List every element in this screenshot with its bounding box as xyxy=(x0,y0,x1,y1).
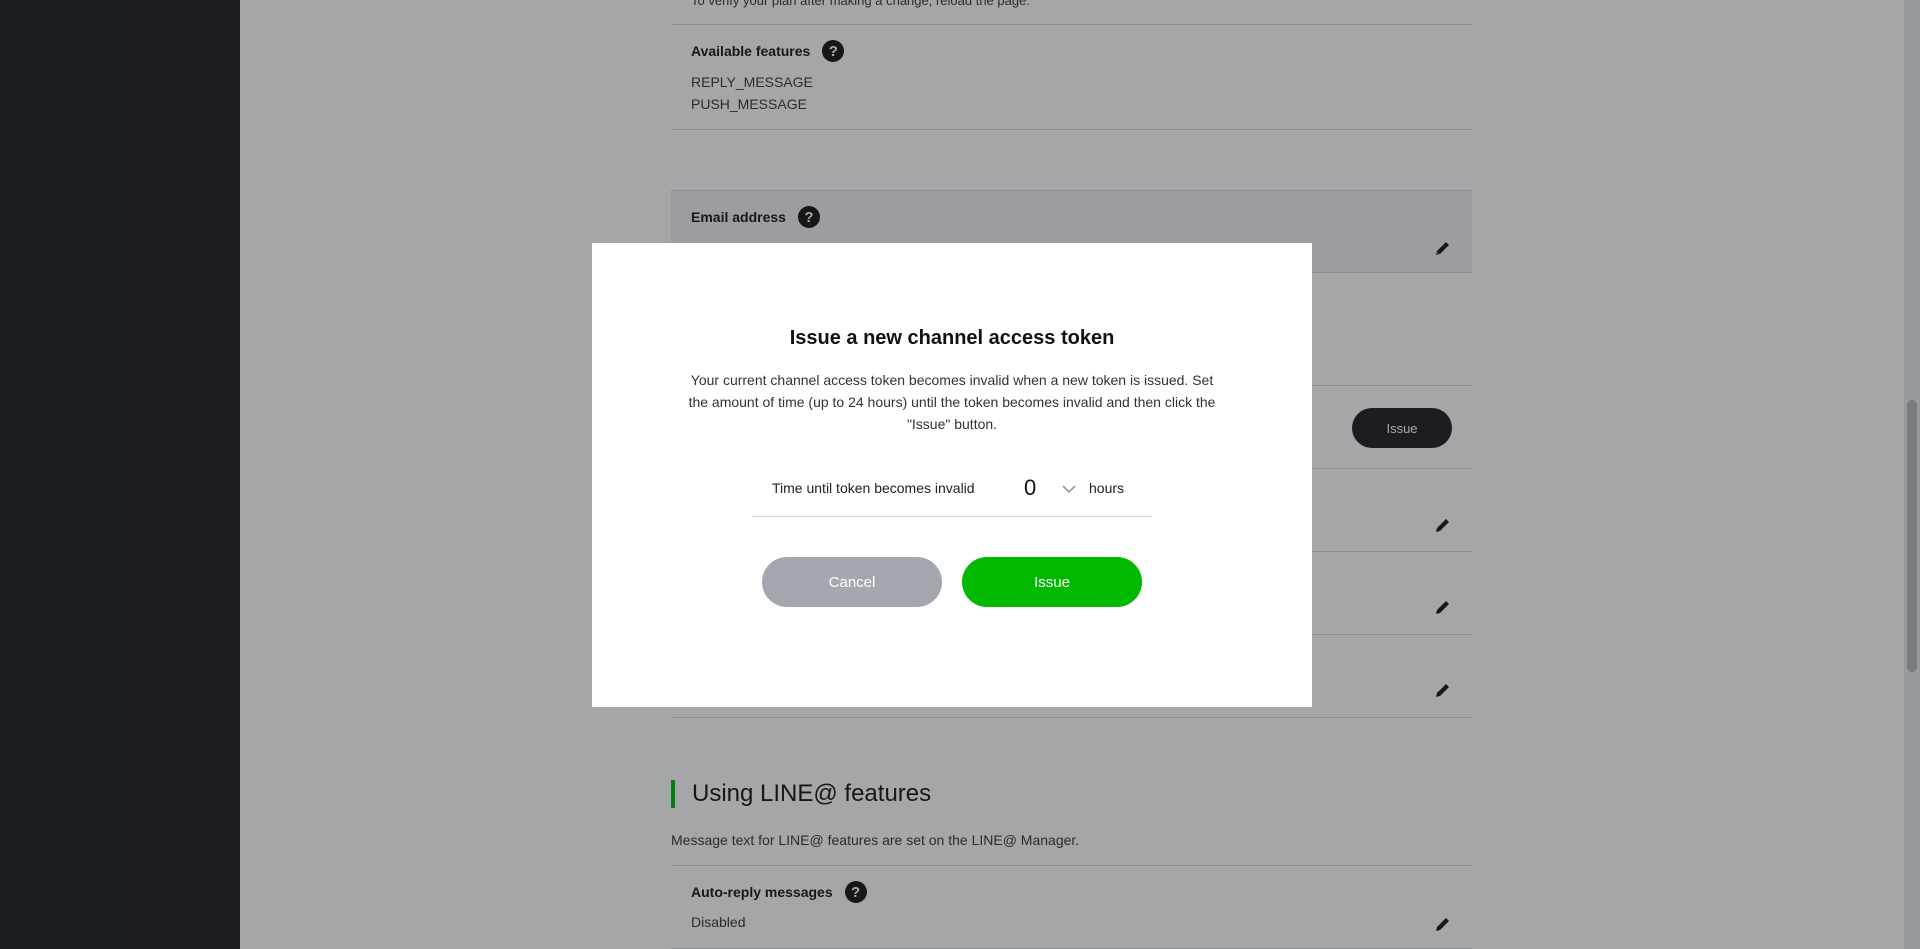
token-hours-select[interactable]: 0 xyxy=(1020,468,1080,508)
token-hours-value: 0 xyxy=(1024,475,1037,500)
token-expiry-row: Time until token becomes invalid 0 hours xyxy=(752,468,1152,517)
dialog-description: Your current channel access token become… xyxy=(688,372,1216,432)
token-hours-unit: hours xyxy=(1089,480,1125,496)
token-expiry-label: Time until token becomes invalid xyxy=(772,480,975,496)
cancel-button[interactable]: Cancel xyxy=(762,557,942,607)
issue-token-dialog: Issue a new channel access token Your cu… xyxy=(592,243,1312,707)
issue-button[interactable]: Issue xyxy=(962,557,1142,607)
dialog-title: Issue a new channel access token xyxy=(789,327,1115,349)
chevron-down-icon xyxy=(1062,481,1076,499)
